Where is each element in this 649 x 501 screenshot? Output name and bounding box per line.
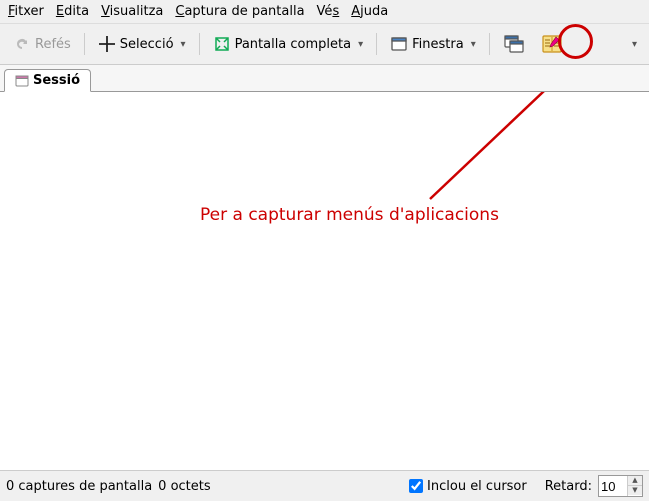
menu-view[interactable]: Visualitza [101, 4, 163, 19]
separator [376, 33, 377, 55]
window-button[interactable]: Finestra ▾ [385, 31, 481, 57]
crosshair-icon [98, 35, 116, 53]
selection-button[interactable]: Selecció ▾ [93, 31, 191, 57]
redo-label: Refés [35, 37, 71, 52]
tab-session-label: Sessió [33, 73, 80, 88]
menu-file[interactable]: Fitxer [8, 4, 44, 19]
session-tab-icon [15, 74, 29, 88]
chevron-down-icon: ▾ [181, 39, 186, 50]
menubar: Fitxer Edita Visualitza Captura de panta… [0, 0, 649, 24]
window-label: Finestra [412, 37, 464, 52]
switch-window-button[interactable] [498, 30, 530, 58]
chevron-down-icon: ▾ [358, 39, 363, 50]
separator [84, 33, 85, 55]
window-icon [390, 35, 408, 53]
annotation-arrow [0, 92, 649, 492]
separator [199, 33, 200, 55]
selection-label: Selecció [120, 37, 174, 52]
tab-session[interactable]: Sessió [4, 69, 91, 92]
capture-menu-button[interactable] [536, 30, 568, 58]
overflow-chevron-icon[interactable]: ▾ [628, 33, 641, 56]
menu-file-rest: itxer [15, 4, 44, 19]
separator [489, 33, 490, 55]
annotation-text: Per a capturar menús d'aplicacions [200, 205, 499, 225]
fullscreen-button[interactable]: Pantalla completa ▾ [208, 31, 369, 57]
menu-capture[interactable]: Captura de pantalla [175, 4, 304, 19]
redo-button[interactable]: Refés [8, 31, 76, 57]
content-area: Per a capturar menús d'aplicacions [0, 92, 649, 471]
fullscreen-icon [213, 35, 231, 53]
menu-edit[interactable]: Edita [56, 4, 89, 19]
menu-capture-icon [541, 34, 563, 54]
windows-stack-icon [503, 34, 525, 54]
menu-help[interactable]: Ajuda [351, 4, 388, 19]
redo-icon [13, 35, 31, 53]
tabbar: Sessió [0, 65, 649, 92]
menu-go[interactable]: Vés [317, 4, 340, 19]
toolbar: Refés Selecció ▾ Pantalla completa ▾ Fin… [0, 24, 649, 65]
fullscreen-label: Pantalla completa [235, 37, 352, 52]
chevron-down-icon: ▾ [471, 39, 476, 50]
